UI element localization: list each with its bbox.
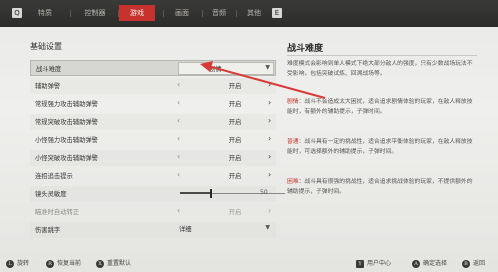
setting-label: 小怪强力攻击辅助弹警 — [35, 137, 98, 144]
hint-user-center[interactable]: Y 用户中心 — [356, 258, 391, 268]
setting-row-auto-aim-correction[interactable]: 瞄准时自动转正 ‹ 开启 › — [30, 204, 276, 220]
difficulty-name: 困难 — [287, 179, 299, 185]
setting-label: 镜头灵敏度 — [35, 191, 67, 198]
setting-value: 开启 — [228, 209, 242, 216]
difficulty-name: 普通 — [287, 139, 299, 145]
setting-value: 开启 — [228, 173, 242, 180]
button-r-icon: R — [46, 259, 54, 268]
setting-value: 开启 — [228, 137, 242, 144]
setting-row-minion-heavy-alert[interactable]: 小怪强力攻击辅助弹警 ‹ 开启 › — [30, 132, 276, 148]
tab-divider — [70, 10, 71, 17]
setting-label: 伤害跳字 — [35, 227, 61, 234]
chevron-left-icon[interactable]: ‹ — [177, 80, 180, 89]
tab-divider — [236, 10, 237, 17]
tab-other[interactable]: 其他 — [240, 5, 268, 21]
button-x-icon: X — [96, 259, 104, 268]
chevron-down-icon: ▼ — [265, 224, 270, 231]
hint-label: 确定选择 — [423, 260, 448, 267]
setting-row-damage-numbers[interactable]: 伤害跳字 详细 ▼ — [30, 222, 276, 238]
setting-row-regular-break-alert[interactable]: 常规突破攻击辅助弹警 ‹ 开启 › — [30, 114, 276, 130]
setting-label: 小怪突破攻击辅助弹警 — [35, 155, 98, 162]
slider-value: 50 — [260, 189, 268, 196]
description-item-hard: 困难：战斗具有很强的挑战性，适合追求挑战体验的玩家，不提供额外的辅助提示，子弹时… — [287, 177, 475, 198]
description-divider — [287, 55, 477, 56]
bottom-hint-bar: L 旋转 R 恢复当前 X 重置默认 Y 用户中心 A 确定选择 B 返回 — [0, 252, 498, 272]
tab-divider — [163, 10, 164, 17]
hint-label: 恢复当前 — [57, 260, 82, 267]
chevron-left-icon[interactable]: ‹ — [177, 206, 180, 215]
chevron-right-icon[interactable]: › — [268, 116, 271, 125]
setting-value: 开启 — [228, 119, 242, 126]
chevron-right-icon[interactable]: › — [268, 152, 271, 161]
damage-numbers-select[interactable]: 详细 ▼ — [177, 223, 273, 236]
setting-row-combat-difficulty[interactable]: 战斗难度 剧情 ▼ — [30, 60, 276, 76]
chevron-left-icon[interactable]: ‹ — [177, 98, 180, 107]
setting-label: 辅助弹警 — [35, 83, 61, 90]
tab-traits[interactable]: 特质 — [32, 5, 58, 21]
hint-label: 重置默认 — [107, 260, 132, 267]
button-l-icon: L — [6, 259, 14, 268]
chevron-right-icon[interactable]: › — [268, 170, 271, 179]
description-item-story: 剧情：战斗不会造成太大困扰，适合追求剧情体验的玩家，在敌人释放技能时，有额外的辅… — [287, 97, 475, 118]
hint-label: 用户中心 — [367, 260, 392, 267]
tab-controller[interactable]: 控制器 — [78, 5, 112, 21]
button-y-icon: Y — [356, 259, 364, 268]
hint-label: 旋转 — [17, 260, 30, 267]
hint-back[interactable]: B 返回 — [462, 258, 485, 268]
description-title: 战斗难度 — [287, 44, 324, 54]
prev-tab-key-icon[interactable]: Q — [12, 8, 22, 18]
setting-row-assist-alert[interactable]: 辅助弹警 ‹ 开启 › — [30, 78, 276, 94]
chevron-right-icon[interactable]: › — [268, 206, 271, 215]
section-title: 基础设置 — [30, 42, 62, 51]
tab-game[interactable]: 游戏 — [119, 5, 155, 21]
dropdown-value: 剧情 — [209, 66, 222, 73]
difficulty-desc: ：战斗具有很强的挑战性，适合追求挑战体验的玩家，不提供额外的辅助提示，子弹时间。 — [287, 179, 473, 196]
hint-confirm[interactable]: A 确定选择 — [412, 258, 447, 268]
top-navigation-bar: Q 特质 控制器 游戏 画面 音频 其他 E — [0, 0, 498, 27]
setting-value: 开启 — [228, 155, 242, 162]
setting-label: 常规强力攻击辅助弹警 — [35, 101, 98, 108]
difficulty-dropdown[interactable]: 剧情 ▼ — [178, 62, 274, 75]
button-a-icon: A — [412, 259, 420, 268]
setting-row-regular-heavy-alert[interactable]: 常规强力攻击辅助弹警 ‹ 开启 › — [30, 96, 276, 112]
difficulty-desc: ：战斗不会造成太大困扰，适合追求剧情体验的玩家，在敌人释放技能时，有额外的辅助提… — [287, 99, 473, 116]
next-tab-key-icon[interactable]: E — [272, 8, 282, 18]
tab-audio[interactable]: 音频 — [205, 5, 233, 21]
setting-row-combo-hint[interactable]: 连招追击提示 ‹ 开启 › — [30, 168, 276, 184]
button-b-icon: B — [462, 259, 470, 268]
setting-label: 瞄准时自动转正 — [35, 209, 80, 216]
chevron-left-icon[interactable]: ‹ — [177, 152, 180, 161]
chevron-right-icon[interactable]: › — [268, 98, 271, 107]
setting-row-camera-sensitivity[interactable]: 镜头灵敏度 50 — [30, 186, 285, 202]
tab-divider — [202, 10, 203, 17]
hint-restore[interactable]: R 恢复当前 — [46, 258, 81, 268]
difficulty-desc: ：战斗具有一定的挑战性，适合追求平衡体验的玩家，在敌人释放技能时，可选择额外的辅… — [287, 139, 473, 156]
hint-reset[interactable]: X 重置默认 — [96, 258, 131, 268]
chevron-left-icon[interactable]: ‹ — [177, 116, 180, 125]
hint-rotate[interactable]: L 旋转 — [6, 258, 29, 268]
tab-graphics[interactable]: 画面 — [168, 5, 196, 21]
setting-value: 开启 — [228, 83, 242, 90]
description-item-normal: 普通：战斗具有一定的挑战性，适合追求平衡体验的玩家，在敌人释放技能时，可选择额外… — [287, 137, 475, 158]
hint-label: 返回 — [473, 260, 486, 267]
chevron-right-icon[interactable]: › — [268, 80, 271, 89]
sensitivity-slider-fill — [180, 192, 210, 194]
chevron-right-icon[interactable]: › — [268, 134, 271, 143]
select-value: 详细 — [179, 226, 192, 233]
setting-row-minion-break-alert[interactable]: 小怪突破攻击辅助弹警 ‹ 开启 › — [30, 150, 276, 166]
description-intro: 难度模式会影响到单人模式下绝大部分敌人的强度，只有少数战场玩法不受影响，包括突破… — [287, 61, 473, 78]
setting-label: 连招追击提示 — [35, 173, 73, 180]
difficulty-name: 剧情 — [287, 99, 299, 105]
chevron-left-icon[interactable]: ‹ — [177, 170, 180, 179]
setting-label: 战斗难度 — [36, 66, 62, 73]
sensitivity-slider-handle[interactable] — [210, 189, 212, 198]
setting-label: 常规突破攻击辅助弹警 — [35, 119, 98, 126]
chevron-left-icon[interactable]: ‹ — [177, 134, 180, 143]
chevron-down-icon: ▼ — [265, 64, 270, 71]
setting-value: 开启 — [228, 101, 242, 108]
